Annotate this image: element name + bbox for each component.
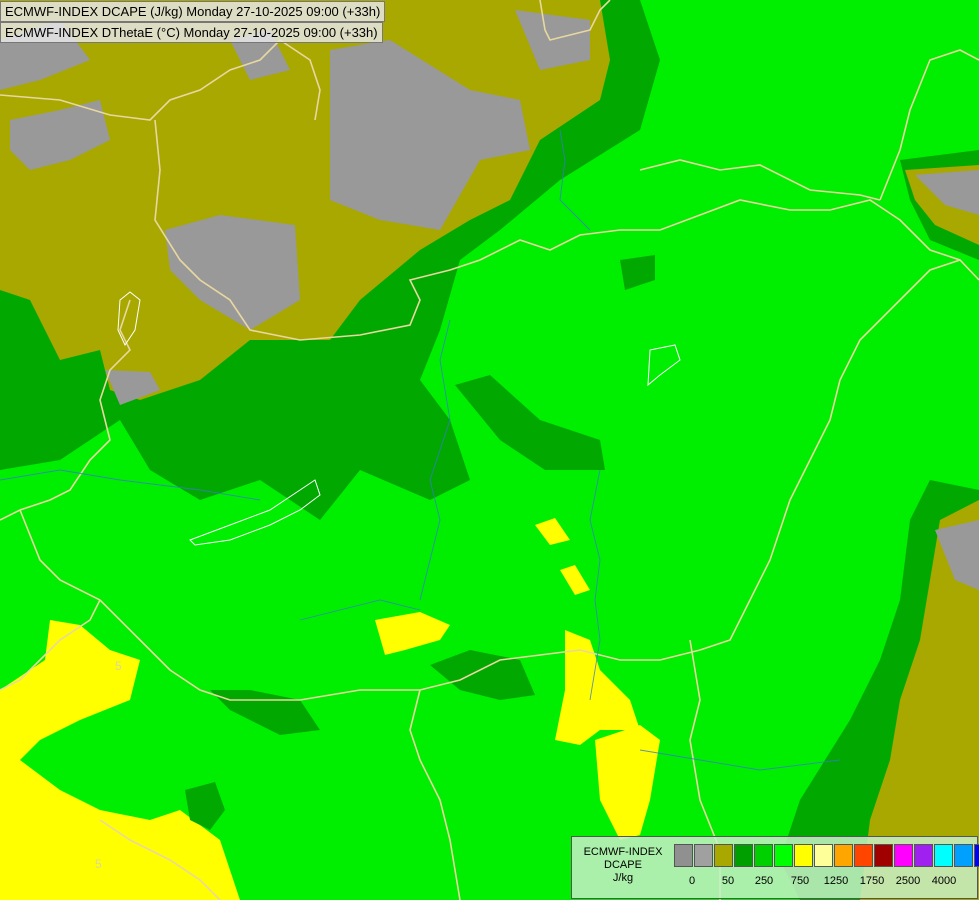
legend-swatch xyxy=(794,844,813,867)
legend-title-line1: ECMWF-INDEX xyxy=(583,846,663,858)
legend-tick-label: 4000 xyxy=(931,875,957,887)
legend-unit: J/kg xyxy=(612,872,634,884)
legend-swatch xyxy=(934,844,953,867)
dcape-map: 5 5 xyxy=(0,0,979,900)
legend-title-line2: DCAPE xyxy=(604,859,642,871)
legend-tick-label: 750 xyxy=(790,875,810,887)
contour-label: 5 xyxy=(115,659,122,673)
contour-label: 5 xyxy=(95,857,102,871)
legend-swatch xyxy=(954,844,973,867)
legend-swatch xyxy=(774,844,793,867)
legend-swatch xyxy=(914,844,933,867)
legend-swatch xyxy=(974,844,979,867)
legend-ticks: 0 50 250 750 1250 1750 2500 4000 xyxy=(674,875,974,889)
legend-tick-label: 250 xyxy=(754,875,774,887)
legend-swatch xyxy=(854,844,873,867)
legend-swatch xyxy=(814,844,833,867)
color-legend: ECMWF-INDEX DCAPE J/kg 0 50 250 750 1250 1750… xyxy=(571,836,979,899)
legend-swatch xyxy=(674,844,693,867)
legend-swatch xyxy=(734,844,753,867)
legend-tick-label: 2500 xyxy=(895,875,921,887)
legend-swatch xyxy=(834,844,853,867)
map-title-dcape: ECMWF-INDEX DCAPE (J/kg) Monday 27-10-20… xyxy=(0,1,386,22)
legend-swatch xyxy=(694,844,713,867)
legend-swatches xyxy=(674,844,979,867)
legend-tick-label: 0 xyxy=(688,875,696,887)
legend-tick-label: 1250 xyxy=(823,875,849,887)
legend-swatch xyxy=(714,844,733,867)
legend-swatch xyxy=(754,844,773,867)
legend-title: ECMWF-INDEX DCAPE J/kg xyxy=(576,846,670,885)
legend-swatch xyxy=(894,844,913,867)
legend-tick-label: 1750 xyxy=(859,875,885,887)
legend-tick-label: 50 xyxy=(721,875,735,887)
map-title-dthetae: ECMWF-INDEX DThetaE (°C) Monday 27-10-20… xyxy=(0,22,383,43)
legend-swatch xyxy=(874,844,893,867)
